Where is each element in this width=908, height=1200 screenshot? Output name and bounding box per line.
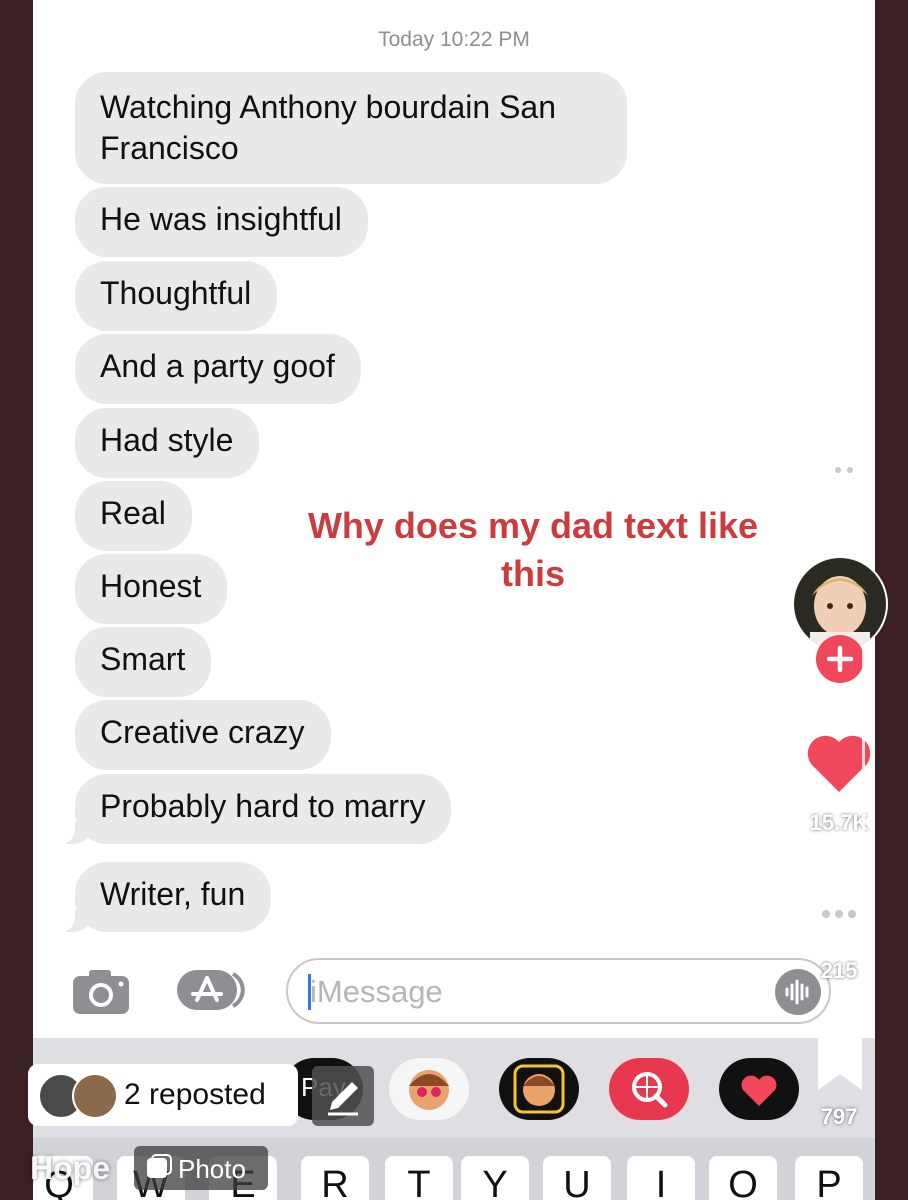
message-bubble: Probably hard to marry	[56, 774, 452, 844]
message-bubble: And a party goof	[75, 334, 361, 404]
message-text: Probably hard to marry	[100, 788, 426, 824]
key-i[interactable]: I	[627, 1156, 695, 1200]
message-bubble: Honest	[75, 554, 228, 624]
message-bubble: Had style	[75, 408, 260, 478]
author-name[interactable]: Hope	[30, 1150, 110, 1187]
web-search-images-icon[interactable]	[609, 1058, 689, 1120]
message-text: Real	[100, 495, 166, 531]
message-text: And a party goof	[100, 348, 335, 384]
key-r[interactable]: R	[301, 1156, 369, 1200]
message-text: Watching Anthony bourdain San Francisco	[100, 89, 557, 166]
repost-avatar	[72, 1073, 118, 1119]
bookmark-count: 797	[820, 1104, 858, 1129]
message-text: Writer, fun	[100, 876, 246, 912]
message-timestamp: Today 10:22 PM	[378, 28, 530, 51]
photo-tag: Photo	[134, 1146, 268, 1190]
message-bubble: Smart	[75, 627, 212, 697]
digital-touch-icon[interactable]	[719, 1058, 799, 1120]
photo-label: Photo	[178, 1154, 246, 1184]
message-bubble: Creative crazy	[75, 700, 331, 770]
message-bubble: Writer, fun	[56, 862, 272, 932]
memoji-stickers-icon[interactable]	[389, 1058, 469, 1120]
like-count: 15.7K	[809, 810, 869, 835]
camera-icon[interactable]	[71, 968, 131, 1016]
message-text: Thoughtful	[100, 275, 252, 311]
message-text: Smart	[100, 641, 186, 677]
chat-bubble-icon[interactable]	[812, 440, 880, 507]
key-t[interactable]: T	[385, 1156, 453, 1200]
input-placeholder: iMessage	[310, 974, 443, 1009]
pencil-icon[interactable]	[312, 1066, 374, 1126]
repost-pill[interactable]: 2 reposted	[28, 1064, 298, 1126]
message-bubble: Thoughtful	[75, 261, 278, 331]
key-o[interactable]: O	[709, 1156, 777, 1200]
screenshot-content: Today 10:22 PM Watching Anthony bourdain…	[33, 0, 875, 1200]
comment-count: 215	[820, 958, 858, 983]
memoji-icon[interactable]	[499, 1058, 579, 1120]
key-u[interactable]: U	[543, 1156, 611, 1200]
message-text: He was insightful	[100, 201, 342, 237]
slide-indicator-line	[862, 650, 865, 950]
imessage-input[interactable]: iMessage	[286, 958, 831, 1024]
message-text: Honest	[100, 568, 202, 604]
message-bubble: Watching Anthony bourdain San Francisco	[75, 72, 627, 184]
repost-text: 2 reposted	[124, 1078, 266, 1111]
key-y[interactable]: Y	[461, 1156, 529, 1200]
app-store-icon[interactable]	[175, 968, 251, 1012]
message-text: Creative crazy	[100, 714, 305, 750]
message-bubble: He was insightful	[75, 187, 368, 257]
photo-icon	[147, 1154, 172, 1178]
message-text: Had style	[100, 422, 234, 458]
bookmark-icon[interactable]	[814, 1034, 866, 1099]
follow-plus-icon[interactable]	[815, 634, 865, 689]
video-caption-overlay: Why does my dad text like this	[307, 505, 759, 594]
key-p[interactable]: P	[795, 1156, 863, 1200]
message-bubble: Real	[75, 481, 192, 551]
